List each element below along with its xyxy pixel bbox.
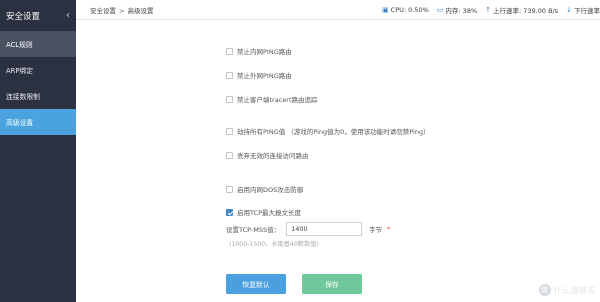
option-label: 劫持所有PING值 （游戏的Ping值为0，使用该功能时请勿禁Ping） [237, 128, 430, 136]
main-panel: 禁止内网PING路由 禁止外网PING路由 禁止客户端tracert路由追踪 劫… [76, 20, 600, 302]
required-mark: * [387, 225, 391, 233]
reset-default-button[interactable]: 恢复默认 [226, 274, 286, 294]
checkbox[interactable] [226, 95, 233, 103]
cpu-icon: ▣ [382, 5, 389, 14]
option-label: 启用内网DOS攻击防御 [237, 186, 304, 194]
option-label: 丢弃无效的连接访问路由 [237, 152, 309, 160]
sidebar-item-arp-binding[interactable]: ARP绑定 [0, 57, 76, 83]
option-block-lan-ping[interactable]: 禁止内网PING路由 [226, 46, 292, 56]
option-drop-invalid[interactable]: 丢弃无效的连接访问路由 [226, 150, 309, 160]
checkbox[interactable] [226, 185, 233, 193]
sidebar-title: 安全设置 [6, 11, 41, 22]
mss-input[interactable]: 1400 [286, 222, 363, 236]
mss-setting-row: 设置TCP-MSS值： 1400 字节 * [226, 222, 390, 236]
mss-unit: 字节 [369, 226, 383, 234]
breadcrumb-separator: > [119, 6, 125, 15]
upload-arrow-icon: ↑ [485, 5, 492, 14]
upload-stat: ↑ 上行速率: 739.00 B/s [485, 5, 558, 15]
upload-value: 上行速率: 739.00 B/s [493, 6, 559, 15]
chevron-left-icon[interactable]: ‹ [66, 10, 70, 21]
memory-value: 内存: 38% [445, 6, 478, 15]
option-hijack-ping[interactable]: 劫持所有PING值 （游戏的Ping值为0，使用该功能时请勿禁Ping） [226, 126, 430, 136]
option-block-tracert[interactable]: 禁止客户端tracert路由追踪 [226, 94, 318, 104]
option-label: 禁止外网PING路由 [237, 72, 292, 80]
breadcrumb-current: 高级设置 [127, 6, 154, 15]
option-label: 启用TCP最大报文长度 [237, 209, 302, 217]
mss-hint: (1000-1500，长度基40默数值) [229, 241, 319, 248]
monitor-icon: ▭ [436, 5, 444, 14]
option-block-wan-ping[interactable]: 禁止外网PING路由 [226, 70, 292, 80]
system-stats: ▣ CPU: 0.50% ▭ 内存: 38% ↑ 上行速率: 739.00 B/… [374, 5, 600, 15]
option-label: 禁止内网PING路由 [237, 48, 292, 56]
breadcrumb: 安全设置 > 高级设置 [90, 5, 153, 15]
watermark-badge-icon: 值 [538, 284, 551, 296]
option-tcp-mss[interactable]: 启用TCP最大报文长度 [226, 207, 301, 217]
sidebar-item-label: 高级设置 [6, 119, 34, 127]
sidebar-item-label: ACL规则 [6, 41, 33, 49]
download-stat: ↓ 下行速率 [566, 5, 600, 15]
save-button[interactable]: 保存 [302, 274, 362, 294]
sidebar-item-connection-limit[interactable]: 连接数限制 [0, 83, 76, 109]
cpu-value: CPU: 0.50% [390, 5, 429, 14]
option-label: 禁止客户端tracert路由追踪 [237, 96, 318, 104]
watermark: 值 什么值得买 [538, 284, 597, 296]
sidebar-header[interactable]: 安全设置 ‹ [0, 0, 76, 31]
download-arrow-icon: ↓ [566, 5, 572, 14]
memory-stat: ▭ 内存: 38% [437, 5, 477, 15]
cpu-stat: ▣ CPU: 0.50% [382, 6, 429, 14]
download-value: 下行速率 [574, 6, 600, 15]
sidebar: 安全设置 ‹ ACL规则 ARP绑定 连接数限制 高级设置 [0, 0, 76, 302]
sidebar-item-label: 连接数限制 [6, 93, 40, 101]
sidebar-item-acl-rules[interactable]: ACL规则 [0, 31, 76, 57]
sidebar-item-label: ARP绑定 [6, 67, 34, 75]
breadcrumb-parent[interactable]: 安全设置 [90, 7, 116, 15]
watermark-text: 什么值得买 [553, 285, 596, 295]
sidebar-item-advanced-settings[interactable]: 高级设置 [0, 109, 76, 135]
checkbox[interactable] [226, 71, 233, 79]
option-dos-defense[interactable]: 启用内网DOS攻击防御 [226, 184, 303, 194]
checkbox-checked[interactable] [226, 208, 233, 216]
mss-label: 设置TCP-MSS值： [226, 226, 281, 234]
checkbox[interactable] [226, 47, 233, 55]
checkbox[interactable] [226, 127, 233, 135]
checkbox[interactable] [226, 151, 233, 159]
top-bar: 安全设置 > 高级设置 ▣ CPU: 0.50% ▭ 内存: 38% ↑ 上行速率:… [76, 0, 600, 20]
